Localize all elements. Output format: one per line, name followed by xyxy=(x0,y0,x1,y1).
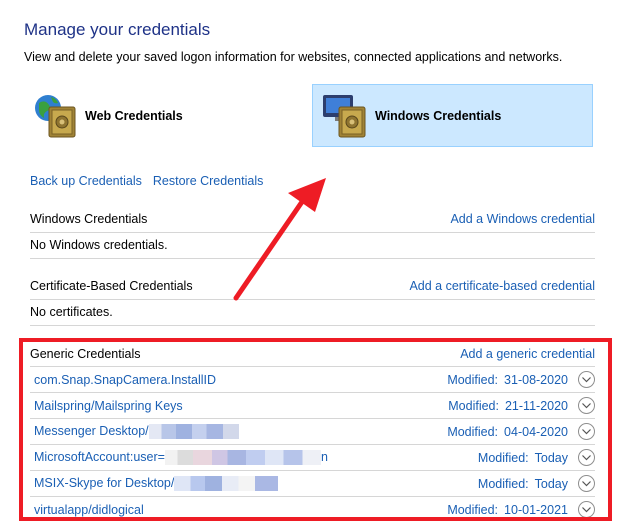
web-credentials-tile[interactable]: Web Credentials xyxy=(31,90,183,142)
credential-name: Mailspring/Mailspring Keys xyxy=(34,398,183,413)
chevron-down-icon[interactable] xyxy=(578,501,595,518)
modified-info: Modified: 10-01-2021 xyxy=(447,503,568,517)
modified-date: 21-11-2020 xyxy=(504,398,568,413)
chevron-down-icon[interactable] xyxy=(578,475,595,492)
modified-label: Modified: xyxy=(477,450,529,465)
modified-label: Modified: xyxy=(447,424,499,439)
generic-credential-item[interactable]: MSIX-Skype for Desktop/ Modified: Today xyxy=(30,471,595,496)
web-credentials-label: Web Credentials xyxy=(85,109,183,123)
modified-label: Modified: xyxy=(448,398,499,413)
credential-name: com.Snap.SnapCamera.InstallID xyxy=(34,372,217,387)
credential-name-text: MSIX-Skype for Desktop/ xyxy=(34,475,175,490)
add-generic-credential-link[interactable]: Add a generic credential xyxy=(460,347,595,361)
monitor-vault-icon xyxy=(321,91,371,141)
chevron-down-icon[interactable] xyxy=(578,397,595,414)
modified-label: Modified: xyxy=(447,372,499,387)
empty-windows-note: No Windows credentials. xyxy=(30,238,168,252)
modified-date: Today xyxy=(534,476,568,491)
backup-restore-links: Back up Credentials Restore Credentials xyxy=(30,174,263,188)
add-windows-credential-link[interactable]: Add a Windows credential xyxy=(450,212,595,226)
credential-name-text: MicrosoftAccount:user= xyxy=(34,449,165,464)
modified-label: Modified: xyxy=(447,502,499,517)
certificate-credentials-section-header: Certificate-Based Credentials Add a cert… xyxy=(30,273,595,299)
generic-credential-item[interactable]: virtualapp/didlogical Modified: 10-01-20… xyxy=(30,497,595,522)
modified-date: 10-01-2021 xyxy=(504,502,568,517)
page-subtitle: View and delete your saved logon informa… xyxy=(24,50,563,64)
divider xyxy=(30,299,595,300)
chevron-down-icon[interactable] xyxy=(578,423,595,440)
divider xyxy=(30,325,595,326)
section-title: Certificate-Based Credentials xyxy=(30,279,193,293)
globe-vault-icon xyxy=(31,91,81,141)
windows-credentials-label: Windows Credentials xyxy=(375,108,502,123)
modified-info: Modified: 21-11-2020 xyxy=(448,399,568,413)
generic-credential-item[interactable]: MicrosoftAccount:user= n Modified: Today xyxy=(30,445,595,470)
section-title: Windows Credentials xyxy=(30,212,148,226)
credential-name: MSIX-Skype for Desktop/ xyxy=(34,475,279,492)
modified-date: 04-04-2020 xyxy=(504,424,568,439)
credential-name: MicrosoftAccount:user= n xyxy=(34,449,328,466)
page-title: Manage your credentials xyxy=(24,20,211,39)
generic-credential-item[interactable]: Mailspring/Mailspring Keys Modified: 21-… xyxy=(30,393,595,418)
redacted-pixelation xyxy=(148,424,239,440)
credential-name: virtualapp/didlogical xyxy=(34,502,144,517)
modified-date: Today xyxy=(534,450,568,465)
windows-credentials-tile[interactable]: Windows Credentials xyxy=(312,84,593,147)
restore-credentials-link[interactable]: Restore Credentials xyxy=(153,174,263,188)
modified-info: Modified: Today xyxy=(478,477,568,491)
add-certificate-credential-link[interactable]: Add a certificate-based credential xyxy=(409,279,595,293)
credential-name-tail: n xyxy=(320,449,328,464)
chevron-down-icon[interactable] xyxy=(578,371,595,388)
redacted-pixelation xyxy=(164,450,321,466)
modified-info: Modified: 31-08-2020 xyxy=(447,373,568,387)
modified-info: Modified: 04-04-2020 xyxy=(447,425,568,439)
divider xyxy=(30,258,595,259)
chevron-down-icon[interactable] xyxy=(578,449,595,466)
modified-date: 31-08-2020 xyxy=(504,372,568,387)
generic-credential-item[interactable]: Messenger Desktop/ Modified: 04-04-2020 xyxy=(30,419,595,444)
generic-credential-item[interactable]: com.Snap.SnapCamera.InstallID Modified: … xyxy=(30,367,595,392)
generic-credentials-section-header: Generic Credentials Add a generic creden… xyxy=(30,341,595,367)
modified-label: Modified: xyxy=(477,476,529,491)
windows-credentials-section-header: Windows Credentials Add a Windows creden… xyxy=(30,206,595,232)
modified-info: Modified: Today xyxy=(478,451,568,465)
redacted-pixelation xyxy=(174,476,279,492)
divider xyxy=(30,232,595,233)
backup-credentials-link[interactable]: Back up Credentials xyxy=(30,174,142,188)
empty-certificate-note: No certificates. xyxy=(30,305,113,319)
credential-name: Messenger Desktop/ xyxy=(34,423,239,440)
section-title: Generic Credentials xyxy=(30,347,141,361)
credential-name-text: Messenger Desktop/ xyxy=(34,423,149,438)
